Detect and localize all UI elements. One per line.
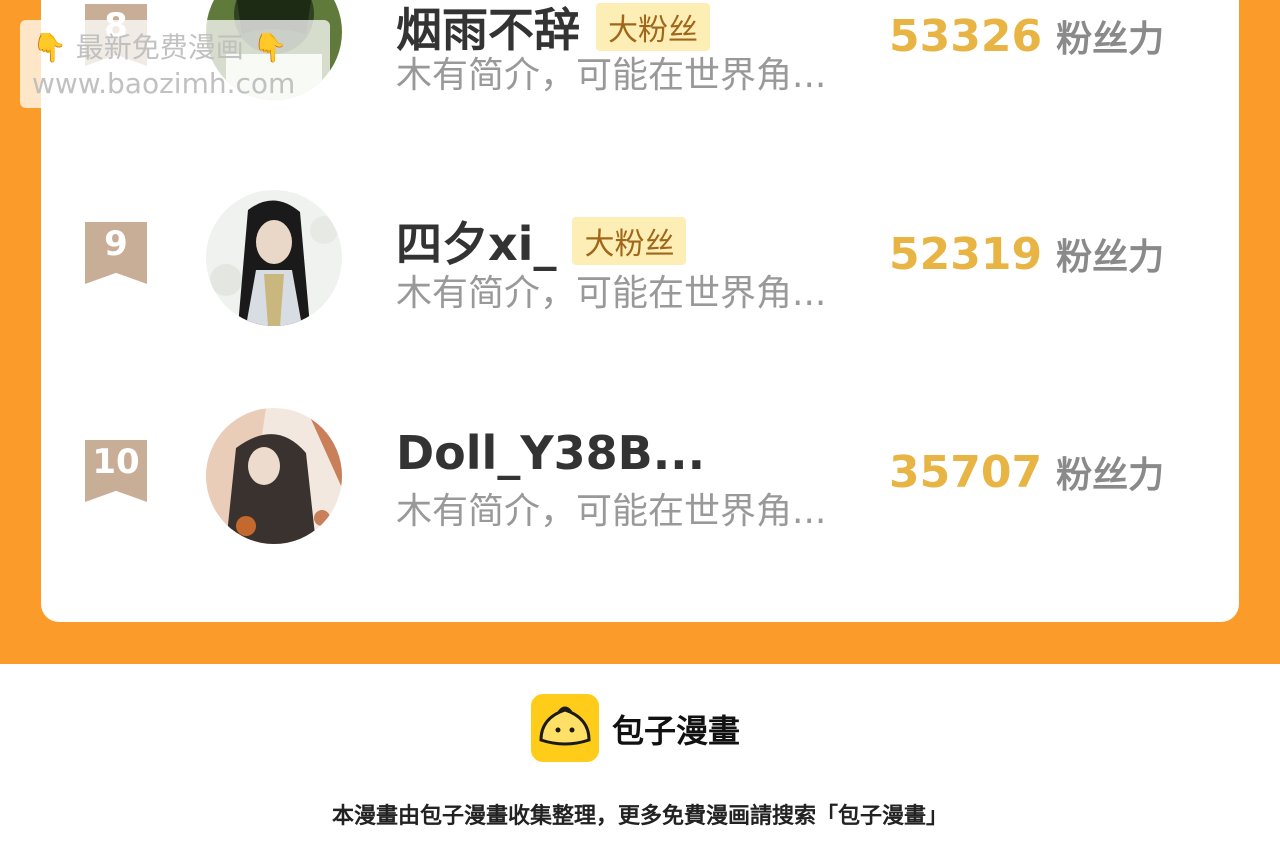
avatar[interactable] <box>206 408 342 544</box>
footer-note: 本漫畫由包子漫畫收集整理，更多免費漫画請搜索「包子漫畫」 <box>331 804 948 829</box>
ranking-row-10[interactable]: 10 Doll_Y38B... 木有简介，可能在世界角... 35707 粉丝力 <box>41 406 1239 546</box>
ranking-row-9[interactable]: 9 四夕xi_ 大粉丝 木有简介，可能在世界角... 52319 粉丝力 <box>41 188 1239 328</box>
username-text: Doll_Y38B... <box>396 426 706 480</box>
fan-score-unit: 粉丝力 <box>1056 455 1165 496</box>
fan-level-badge: 大粉丝 <box>596 3 710 51</box>
user-intro: 木有简介，可能在世界角... <box>396 273 827 314</box>
baozi-logo-icon <box>531 694 599 762</box>
watermark-line1: 最新免费漫画 <box>75 31 244 64</box>
pointing-hand-icon: 👇 <box>32 31 67 64</box>
avatar[interactable] <box>206 190 342 326</box>
site-watermark: 👇 最新免费漫画 👇 www.baozimh.com <box>20 20 330 108</box>
fan-level-badge: 大粉丝 <box>572 217 687 265</box>
watermark-line2: www.baozimh.com <box>32 67 296 100</box>
fan-score-value: 53326 <box>889 11 1043 62</box>
fan-score-value: 52319 <box>889 229 1043 280</box>
user-intro: 木有简介，可能在世界角... <box>396 55 827 96</box>
fan-score-value: 35707 <box>889 447 1043 498</box>
fan-score: 35707 粉丝力 <box>889 446 1164 498</box>
fan-score-unit: 粉丝力 <box>1056 19 1165 60</box>
username[interactable]: Doll_Y38B... <box>396 426 705 480</box>
fan-score: 53326 粉丝力 <box>889 10 1164 62</box>
fan-score: 52319 粉丝力 <box>889 228 1164 280</box>
pointing-hand-icon: 👇 <box>252 31 288 64</box>
rank-badge: 9 <box>85 222 147 284</box>
rank-badge: 10 <box>85 440 147 502</box>
user-intro: 木有简介，可能在世界角... <box>396 491 827 532</box>
brand-name: 包子漫畫 <box>612 712 741 750</box>
fan-score-unit: 粉丝力 <box>1056 237 1165 278</box>
